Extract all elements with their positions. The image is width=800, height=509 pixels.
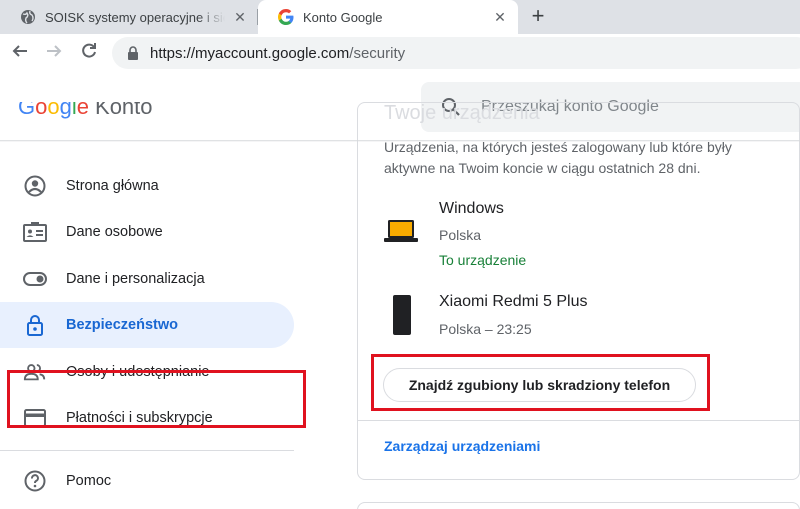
device-location: Polska <box>439 227 482 243</box>
manage-devices-link[interactable]: Zarządzaj urządzeniami <box>384 438 540 454</box>
tab-title: Konto Google <box>303 9 383 25</box>
google-g-icon <box>278 9 294 25</box>
header-backdrop <box>0 72 421 102</box>
toggle-icon <box>23 267 47 291</box>
id-card-icon <box>23 220 47 244</box>
sidebar-item-security[interactable]: Bezpieczeństwo <box>0 302 294 348</box>
url-text: https://myaccount.google.com/security <box>150 45 405 62</box>
globe-icon <box>20 9 36 25</box>
next-card-edge <box>357 502 800 509</box>
sidebar-item-label: Pomoc <box>66 473 112 489</box>
reload-button[interactable] <box>77 41 101 65</box>
device-location: Polska – 23:25 <box>439 321 532 337</box>
url-path: /security <box>349 44 406 62</box>
browser-tab-soisk[interactable]: SOISK systemy operacyjne i sieci ✕ <box>0 0 258 34</box>
close-icon[interactable]: ✕ <box>492 9 508 25</box>
back-button[interactable] <box>8 41 32 65</box>
highlight-box-security <box>7 370 306 428</box>
devices-description: Urządzenia, na których jesteś zalogowany… <box>384 139 732 176</box>
browser-tab-konto-google[interactable]: Konto Google ✕ <box>258 0 518 34</box>
sidebar-divider <box>0 450 294 451</box>
sidebar-item-home[interactable]: Strona główna <box>0 163 294 209</box>
sidebar-item-label: Strona główna <box>66 178 159 194</box>
sidebar-item-label: Bezpieczeństwo <box>66 317 178 333</box>
arrow-left-icon <box>12 45 27 57</box>
sidebar-item-label: Dane osobowe <box>66 224 163 240</box>
sidebar-item-help[interactable]: Pomoc <box>0 458 294 504</box>
url-host: https://myaccount.google.com <box>150 44 350 62</box>
address-bar[interactable]: https://myaccount.google.com/security <box>112 37 800 69</box>
laptop-icon <box>384 220 418 242</box>
account-circle-icon <box>23 174 47 198</box>
lock-icon[interactable] <box>126 46 140 60</box>
card-divider <box>358 420 799 421</box>
device-name: Xiaomi Redmi 5 Plus <box>439 293 588 310</box>
device-name: Windows <box>439 200 504 217</box>
reload-icon <box>82 43 96 58</box>
lock-icon <box>23 313 47 337</box>
sidebar-item-data-personalization[interactable]: Dane i personalizacja <box>0 256 294 302</box>
browser-toolbar: https://myaccount.google.com/security <box>0 34 800 72</box>
this-device-label: To urządzenie <box>439 252 527 268</box>
page-content: Google Konto Twoje urządzenia Urządzenia… <box>0 72 800 509</box>
sidebar-nav: Strona główna Dane osobowe Dane i person… <box>0 142 310 509</box>
header-shadow <box>0 140 800 142</box>
arrow-right-icon <box>47 45 62 57</box>
new-tab-button[interactable]: + <box>526 5 550 29</box>
browser-tabstrip: SOISK systemy operacyjne i sieci ✕ Konto… <box>0 0 800 34</box>
sidebar-item-label: Dane i personalizacja <box>66 271 205 287</box>
card-title: Twoje urządzenia <box>384 102 540 124</box>
highlight-box-find-phone <box>371 354 710 411</box>
help-icon <box>23 469 47 493</box>
close-icon[interactable]: ✕ <box>232 9 248 25</box>
forward-button[interactable] <box>42 41 66 65</box>
phone-icon <box>393 295 411 335</box>
sidebar-item-personal-info[interactable]: Dane osobowe <box>0 209 294 255</box>
tab-title: SOISK systemy operacyjne i sieci <box>45 9 225 25</box>
